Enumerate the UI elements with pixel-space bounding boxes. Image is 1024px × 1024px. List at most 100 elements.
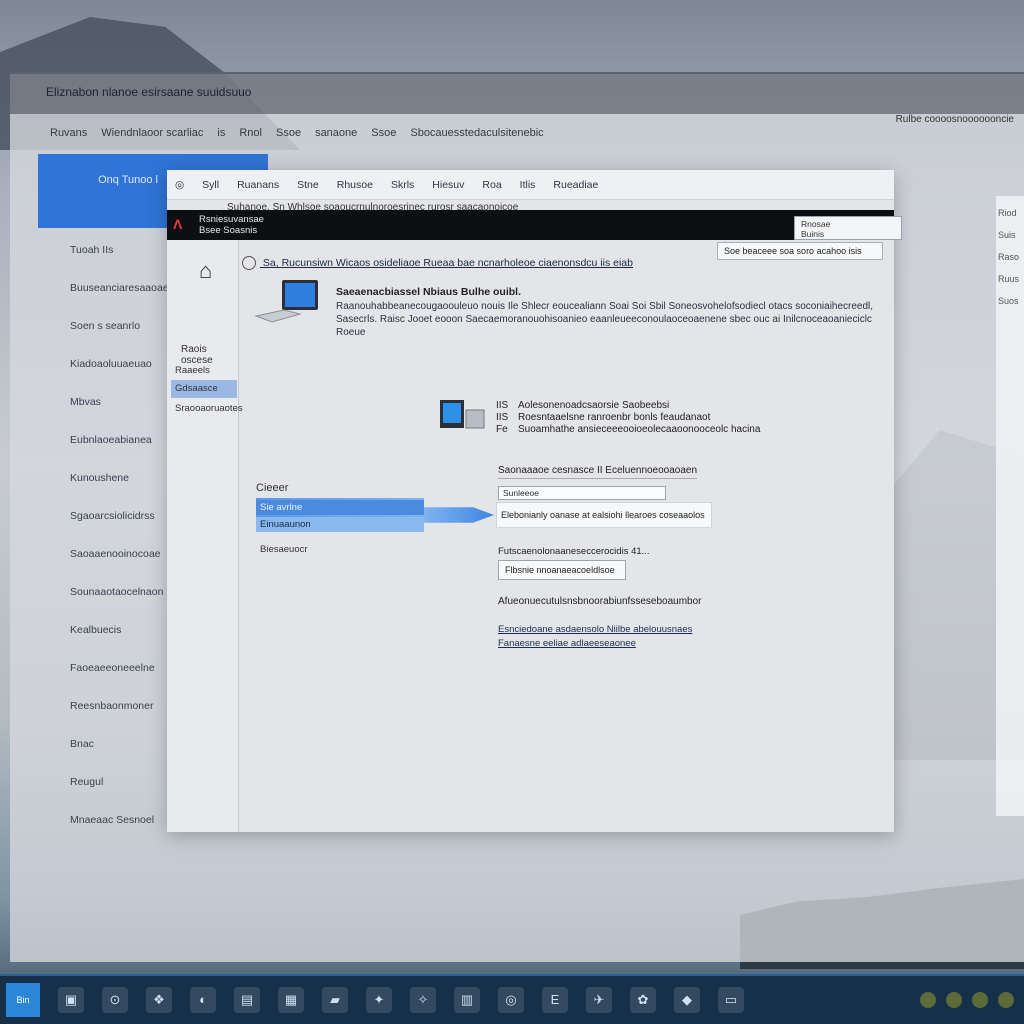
- tray-icon[interactable]: [972, 992, 988, 1008]
- form-link[interactable]: Fanaesne eeliae adlaeeseaonee: [498, 638, 636, 649]
- computer-icon: [254, 280, 318, 323]
- right-panel-item[interactable]: Ruus: [998, 274, 1022, 284]
- taskbar-app-icon[interactable]: ✿: [630, 987, 656, 1013]
- list-item[interactable]: Einuaaunon: [256, 517, 424, 532]
- toolbar-item[interactable]: Ssoe: [371, 127, 396, 139]
- dialog-header: Λ Rsniesuvansae Bsee Soasnis: [167, 210, 894, 240]
- taskbar-app-icon[interactable]: ◐: [190, 987, 216, 1013]
- desktop-computer-icon: [440, 400, 485, 429]
- nav-item[interactable]: Bnac: [70, 738, 180, 750]
- taskbar-app-icon[interactable]: ✦: [366, 987, 392, 1013]
- right-panel-item[interactable]: Suos: [998, 296, 1022, 306]
- form-label: Futscaenolonaaneseccerocidis 41...: [498, 546, 650, 557]
- spec-row: Fe Suoamhathe ansieceeeooioeolecaaoonooce…: [496, 424, 760, 435]
- nav-item[interactable]: Mbvas: [70, 396, 180, 408]
- nav-item[interactable]: Faoeaeeoneeelne: [70, 662, 180, 674]
- globe-icon[interactable]: ◎: [175, 179, 184, 191]
- toolbar-item[interactable]: sanaone: [315, 127, 357, 139]
- callout-arrow: [424, 507, 494, 523]
- globe-icon: [242, 256, 256, 270]
- toolbar-item[interactable]: is: [217, 127, 225, 139]
- menu-item[interactable]: Roa: [482, 179, 501, 191]
- nav-item[interactable]: Soen s seanrlo: [70, 320, 180, 332]
- nav-item[interactable]: Reugul: [70, 776, 180, 788]
- tray-icon[interactable]: [920, 992, 936, 1008]
- nav-item[interactable]: Buuseanciaresaaoae: [70, 282, 180, 294]
- toolbar-item[interactable]: Rnol: [239, 127, 262, 139]
- right-panel-item[interactable]: Riod: [998, 208, 1022, 218]
- sidebar-item[interactable]: Raaeels: [171, 362, 237, 380]
- list-item-selected[interactable]: Sie avrlne: [256, 500, 424, 515]
- section-label: Cieeer: [256, 482, 289, 494]
- start-button[interactable]: Bin: [6, 983, 40, 1017]
- breadcrumb[interactable]: Sa, Rucunsiwn Wicaos osideliaoe Rueaa ba…: [242, 256, 633, 270]
- menu-item[interactable]: Stne: [297, 179, 319, 191]
- nav-item[interactable]: Kunoushene: [70, 472, 180, 484]
- spec-key: IIS: [496, 412, 509, 423]
- nav-item[interactable]: Tuoah IIs: [70, 244, 180, 256]
- toolbar-item[interactable]: Ssoe: [276, 127, 301, 139]
- dialog-sidebar: ⌂ Raois oscese Raaeels Gdsaasce Sraooaor…: [167, 240, 243, 832]
- nav-item[interactable]: Mnaeaac Sesnoel: [70, 814, 180, 826]
- search-line: Rnosae: [801, 219, 831, 229]
- filter-dropdown[interactable]: Soe beaceee soa soro acahoo isis: [717, 242, 883, 260]
- taskbar-app-icon[interactable]: ❖: [146, 987, 172, 1013]
- sidebar-item-active[interactable]: Gdsaasce: [171, 380, 237, 398]
- nav-item[interactable]: Kealbuecis: [70, 624, 180, 636]
- spec-value: Aolesonenoadcsaorsie Saobeebsi: [518, 400, 670, 411]
- header-search-box[interactable]: Rnosae Buinis: [794, 216, 902, 240]
- toolbar-item[interactable]: Sbocauesstedaculsitenebic: [410, 127, 543, 139]
- info-description: Raanouhabbeanecougaoouleuo nouis Ile Shl…: [336, 301, 874, 338]
- tray-icon[interactable]: [946, 992, 962, 1008]
- list-item[interactable]: Biesaeuocr: [256, 542, 424, 557]
- right-side-panel: Riod Suis Raso Ruus Suos: [996, 196, 1024, 816]
- form-highlighted-option[interactable]: Elebonianly oanase at ealsiohi llearoes …: [496, 502, 712, 528]
- nav-item[interactable]: Eubnlaoeabianea: [70, 434, 180, 446]
- nav-item[interactable]: Sgaoarcsiolicidrss: [70, 510, 180, 522]
- menu-item[interactable]: Syll: [202, 179, 219, 191]
- menu-item[interactable]: Ruanans: [237, 179, 279, 191]
- spec-key: IIS: [496, 400, 509, 411]
- form-link[interactable]: Esnciedoane asdaensolo Niilbe abelouusna…: [498, 624, 692, 635]
- taskbar-app-icon[interactable]: ✈: [586, 987, 612, 1013]
- menu-item[interactable]: Hiesuv: [432, 179, 464, 191]
- form-button[interactable]: Flbsnie nnoanaeacoeldlsoe: [498, 560, 626, 580]
- menu-item[interactable]: Rhusoe: [337, 179, 373, 191]
- spec-value: Suoamhathe ansieceeeooioeolecaaoonooceol…: [518, 424, 761, 435]
- nav-item[interactable]: Sounaaotaocelnaon: [70, 586, 180, 598]
- menu-item[interactable]: Skrls: [391, 179, 414, 191]
- right-panel-item[interactable]: Raso: [998, 252, 1022, 262]
- form-title: Saonaaaoe cesnasce II Eceluennoeooaoaen: [498, 465, 698, 479]
- dialog-main: Sa, Rucunsiwn Wicaos osideliaoe Rueaa ba…: [240, 240, 894, 832]
- spec-row: IIS Aolesonenoadcsaorsie Saobeebsi: [496, 400, 669, 411]
- toolbar-item[interactable]: Wiendnlaoor scarliac: [101, 127, 203, 139]
- taskbar-app-icon[interactable]: ▣: [58, 987, 84, 1013]
- menu-item[interactable]: Itlis: [520, 179, 536, 191]
- taskbar-app-icon[interactable]: ⊙: [102, 987, 128, 1013]
- breadcrumb-text[interactable]: Sa, Rucunsiwn Wicaos osideliaoe Rueaa ba…: [263, 257, 633, 269]
- taskbar-app-icon[interactable]: ◎: [498, 987, 524, 1013]
- taskbar-app-icon[interactable]: E: [542, 987, 568, 1013]
- spec-value: Roesntaaelsne ranroenbr bonls feaudanaot: [518, 412, 711, 423]
- form-heading: Afueonuecutulsnsbnoorabiunfsseseboaumbor: [498, 596, 702, 607]
- taskbar-app-icon[interactable]: ▦: [278, 987, 304, 1013]
- nav-item[interactable]: Kiadoaoluuaeuao: [70, 358, 180, 370]
- background-window-toolbar: Ruvans Wiendnlaoor scarliac is Rnol Ssoe…: [10, 118, 990, 148]
- tray-icon[interactable]: [998, 992, 1014, 1008]
- nav-item[interactable]: Saoaaenooinocoae: [70, 548, 180, 560]
- app-logo-icon: Λ: [173, 216, 183, 232]
- menu-item[interactable]: Rueadiae: [553, 179, 598, 191]
- taskbar-app-icon[interactable]: ▥: [454, 987, 480, 1013]
- toolbar-item[interactable]: Ruvans: [50, 127, 87, 139]
- right-panel-item[interactable]: Suis: [998, 230, 1022, 240]
- form-text-input[interactable]: Sunleeoe: [498, 486, 666, 500]
- dialog-menubar: ◎ Syll Ruanans Stne Rhusoe Skrls Hiesuv …: [167, 170, 894, 200]
- taskbar-app-icon[interactable]: ▤: [234, 987, 260, 1013]
- taskbar-app-icon[interactable]: ▭: [718, 987, 744, 1013]
- sidebar-item[interactable]: Sraooaoruaotes: [171, 400, 243, 418]
- spec-row: IIS Roesntaaelsne ranroenbr bonls feaudan…: [496, 412, 710, 423]
- taskbar-app-icon[interactable]: ✧: [410, 987, 436, 1013]
- nav-item[interactable]: Reesnbaonmoner: [70, 700, 180, 712]
- taskbar-app-icon[interactable]: ◆: [674, 987, 700, 1013]
- taskbar-app-icon[interactable]: ▰: [322, 987, 348, 1013]
